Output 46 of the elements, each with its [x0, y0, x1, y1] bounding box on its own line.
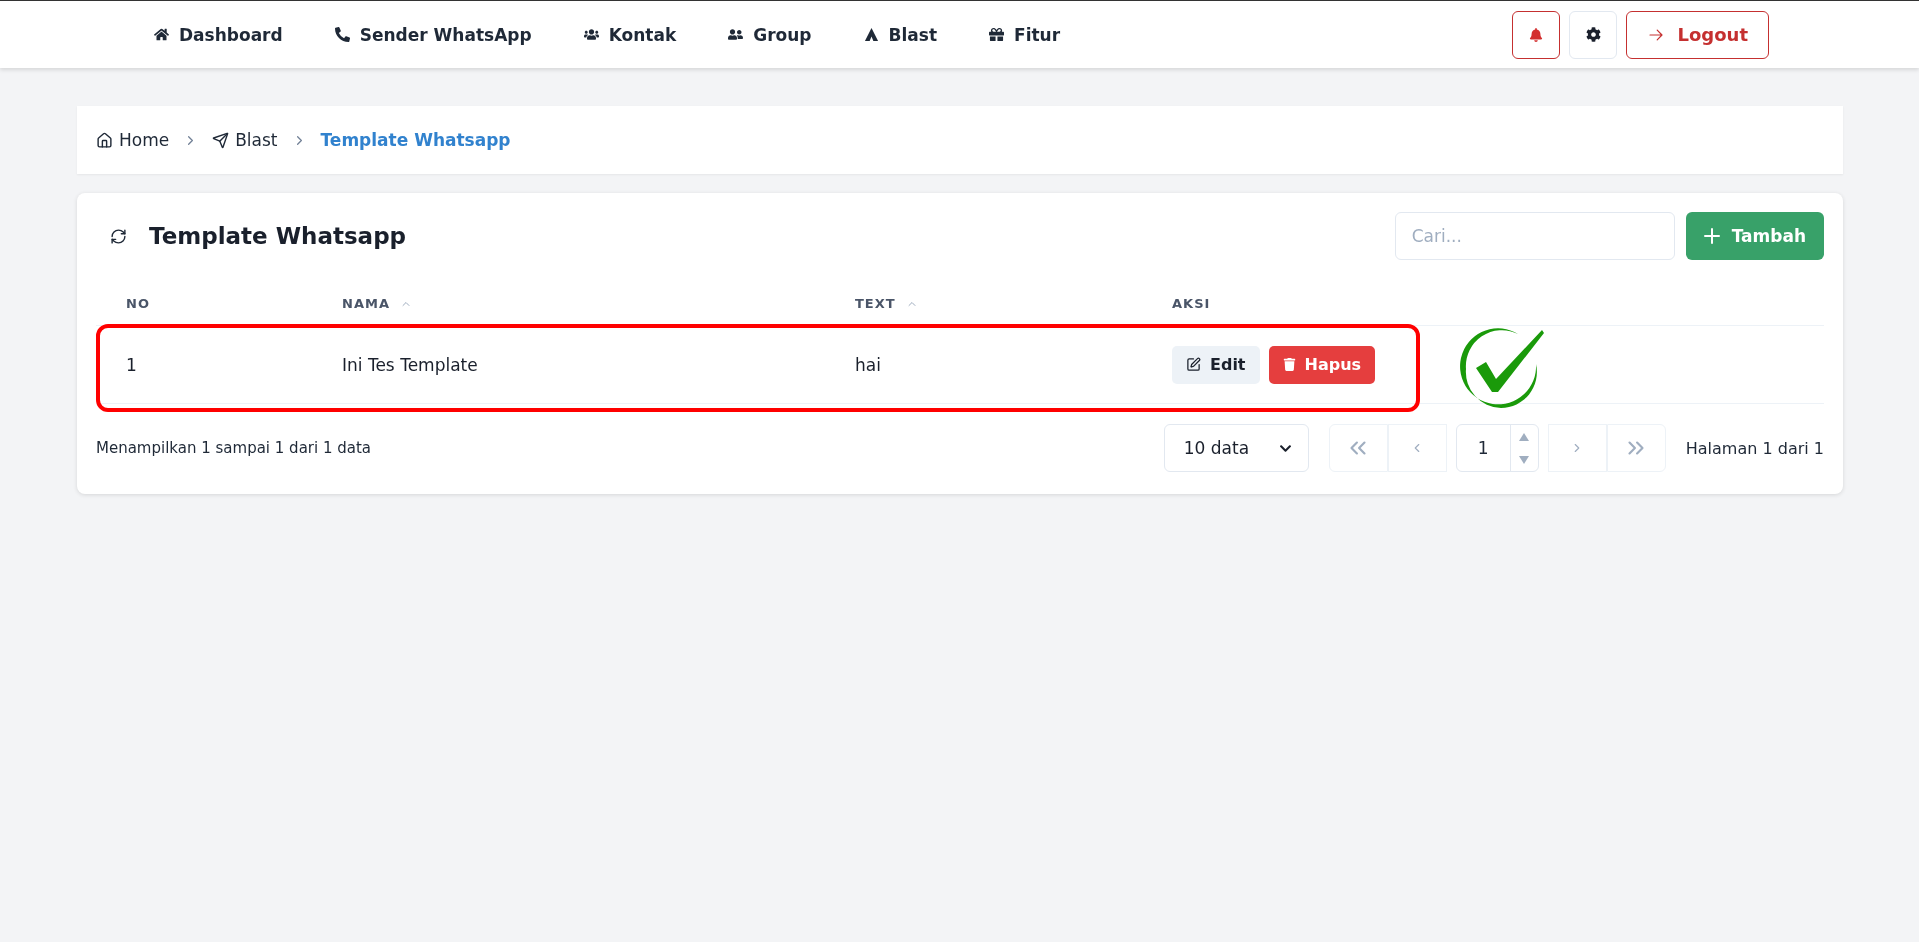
column-header[interactable]: NAMA [342, 296, 855, 311]
group-icon [728, 27, 744, 42]
logout-button[interactable]: Logout [1626, 10, 1769, 59]
card-title: Template Whatsapp [149, 223, 407, 249]
users-icon [583, 27, 599, 42]
settings-icon [1586, 27, 1601, 42]
nav-link[interactable]: Group [728, 24, 812, 45]
table-cell-text: 1 [125, 354, 138, 375]
column-header: NO [125, 296, 151, 311]
nav-link[interactable]: Sender WhatsApp [334, 24, 532, 45]
column-header: AKSI [1172, 296, 1212, 311]
column-header[interactable]: TEXT [855, 296, 1172, 311]
edit-icon [1186, 357, 1201, 372]
results-summary: Menampilkan 1 sampai 1 dari 1 data [96, 439, 372, 457]
next-page-button[interactable] [1547, 424, 1607, 472]
delete-button[interactable]: Hapus [1268, 345, 1376, 384]
phone-icon [334, 27, 350, 42]
settings-button[interactable] [1569, 10, 1618, 59]
edit-button[interactable]: Edit [1172, 345, 1260, 384]
nav-link[interactable]: Blast [863, 24, 937, 45]
breadcrumb-link[interactable]: Template Whatsapp [320, 130, 511, 150]
page-info: Halaman 1 dari 1 [1685, 438, 1824, 458]
nav-link[interactable]: Fitur [989, 24, 1061, 45]
nav-link[interactable]: Kontak [583, 24, 677, 45]
blast-icon [863, 27, 879, 42]
page-number-field[interactable]: 1 [1455, 424, 1539, 472]
home-icon [154, 27, 169, 42]
up-triangle-icon[interactable] [1519, 432, 1530, 441]
table-cell-text: Ini Tes Template [342, 354, 479, 375]
table-cell-text: hai [855, 354, 882, 375]
last-page-button[interactable] [1606, 424, 1666, 472]
breadcrumb-link[interactable]: Home [96, 130, 170, 150]
bell-icon [1529, 27, 1544, 42]
gift-icon [989, 27, 1004, 42]
refresh-icon[interactable] [110, 227, 127, 245]
notification-button[interactable] [1512, 10, 1561, 59]
down-triangle-icon[interactable] [1519, 455, 1530, 464]
page-size-select[interactable]: 10 data [1163, 424, 1309, 472]
trash-icon [1282, 358, 1296, 371]
search-field[interactable]: Cari... [1394, 212, 1675, 260]
first-page-button[interactable] [1328, 424, 1388, 472]
send-icon [212, 131, 230, 149]
nav-link[interactable]: Dashboard [154, 24, 283, 45]
home-icon [96, 131, 113, 149]
breadcrumb-link[interactable]: Blast [212, 130, 278, 150]
previous-page-button[interactable] [1387, 424, 1447, 472]
